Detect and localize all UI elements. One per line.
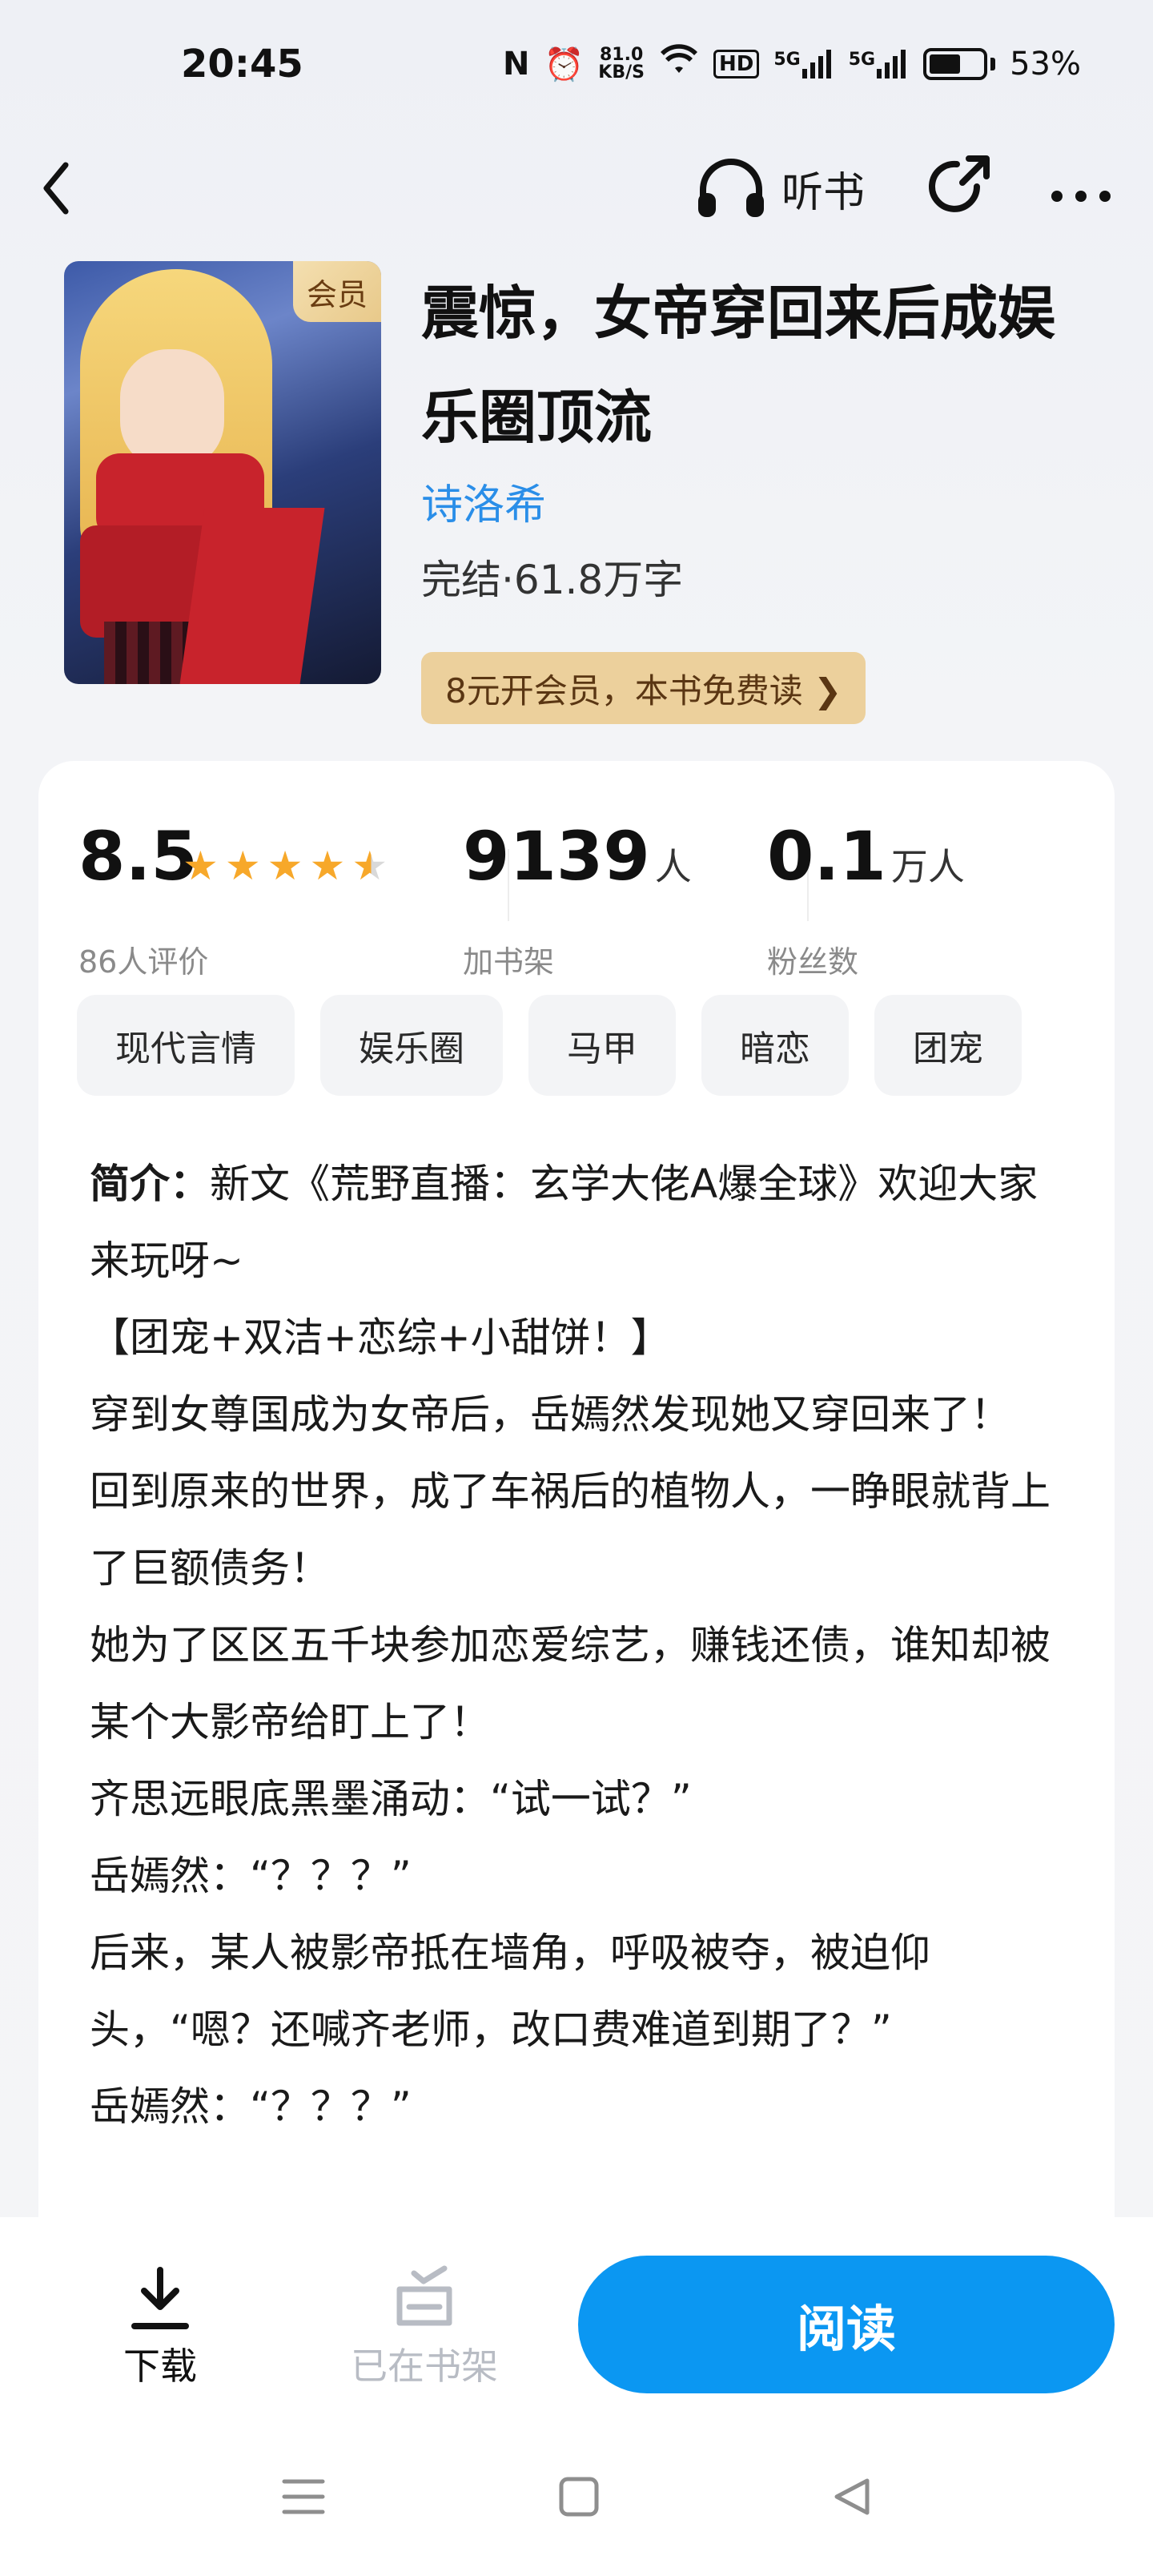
book-header: 会员 震惊，女帝穿回来后成娱乐圈顶流 诗洛希 完结·61.8万字 8元开会员，本…	[64, 261, 1105, 726]
read-button[interactable]: 阅读	[578, 2256, 1115, 2393]
stats-row: 8.5 ★ ★ ★ ★ ★ 86人评价 9139 人 加书架 0.1 万人 粉丝数	[78, 817, 1075, 980]
listen-label: 听书	[781, 168, 865, 217]
signal-bars-icon	[801, 50, 831, 78]
signal-2: 5G	[849, 50, 909, 78]
signal-2-label: 5G	[848, 50, 876, 70]
synopsis-first-paragraph: 简介：新文《荒野直播：玄学大佬A爆全球》欢迎大家来玩呀~	[90, 1145, 1075, 1299]
synopsis-line: 岳嫣然：“？？？”	[90, 2083, 412, 2130]
status-bar: 20:45 N ⏰ 81.0 KB/S HD 5G 5G 53%	[0, 0, 1153, 128]
rating-stars: ★ ★ ★ ★ ★	[183, 846, 388, 886]
shelf-stat: 9139 人 加书架	[463, 817, 767, 980]
rating-label: 86人评价	[78, 944, 209, 980]
home-icon[interactable]	[558, 2476, 600, 2518]
cover-face	[120, 349, 224, 469]
download-button[interactable]: 下载	[120, 2265, 200, 2390]
synopsis-label: 简介：	[90, 1161, 210, 1207]
download-icon	[131, 2267, 189, 2329]
headphones-icon	[697, 159, 764, 217]
net-speed: 81.0 KB/S	[598, 46, 645, 82]
shelf-count: 9139	[463, 817, 650, 896]
shelf-unit: 人	[654, 845, 692, 888]
more-icon	[1051, 191, 1111, 202]
vip-badge: 会员	[293, 261, 381, 322]
tag-list: 现代言情 娱乐圈 马甲 暗恋 团宠	[77, 995, 1115, 1096]
system-navigation-bar	[0, 2417, 1153, 2576]
tag-chip[interactable]: 马甲	[528, 995, 676, 1096]
wifi-icon	[659, 44, 699, 84]
tags-fade	[1067, 995, 1115, 1096]
on-shelf-button[interactable]: 已在书架	[344, 2265, 504, 2390]
synopsis-line: 她为了区区五千块参加恋爱综艺，赚钱还债，谁知却被某个大影帝给盯上了！	[90, 1622, 1051, 1745]
star-icon: ★	[183, 843, 219, 889]
star-icon: ★	[309, 843, 346, 889]
signal-1: 5G	[773, 50, 834, 78]
book-author[interactable]: 诗洛希	[421, 471, 546, 531]
tag-chip[interactable]: 现代言情	[77, 995, 295, 1096]
synopsis-line: 岳嫣然：“？？？”	[90, 1853, 412, 1899]
star-icon: ★	[224, 843, 261, 889]
synopsis[interactable]: 简介：新文《荒野直播：玄学大佬A爆全球》欢迎大家来玩呀~ 【团宠+双洁+恋综+小…	[90, 1145, 1075, 2145]
top-nav: 听书	[0, 136, 1153, 240]
tag-chip[interactable]: 团宠	[874, 995, 1022, 1096]
status-icons: N ⏰ 81.0 KB/S HD 5G 5G 53%	[503, 44, 1081, 84]
synopsis-line: 回到原来的世界，成了车祸后的植物人，一睁眼就背上了巨额债务！	[90, 1468, 1051, 1592]
cover-ribbon	[179, 508, 325, 684]
book-info-card: 8.5 ★ ★ ★ ★ ★ 86人评价 9139 人 加书架 0.1 万人 粉丝数 …	[38, 761, 1115, 2283]
tag-chip[interactable]: 暗恋	[701, 995, 849, 1096]
tag-chip[interactable]: 娱乐圈	[320, 995, 503, 1096]
nav-actions: 听书	[695, 151, 1113, 226]
on-shelf-label: 已在书架	[351, 2345, 498, 2388]
download-label: 下载	[123, 2345, 197, 2388]
nfc-icon: N	[503, 46, 530, 83]
hd-icon: HD	[713, 50, 760, 78]
vip-promo-button[interactable]: 8元开会员，本书免费读 ❯	[421, 652, 866, 724]
more-button[interactable]	[1049, 172, 1113, 204]
synopsis-line: 穿到女尊国成为女帝后，岳嫣然发现她又穿回来了！	[90, 1391, 1010, 1438]
share-icon	[929, 155, 990, 212]
synopsis-line: 齐思远眼底黑墨涌动：“试一试？”	[90, 1776, 692, 1822]
share-button[interactable]	[921, 151, 993, 226]
star-icon: ★	[267, 843, 303, 889]
back-button[interactable]	[40, 156, 88, 220]
net-speed-unit: KB/S	[598, 62, 645, 83]
bookshelf-check-icon	[396, 2265, 452, 2326]
battery-percent: 53%	[1010, 46, 1081, 83]
battery-tip	[990, 58, 996, 70]
status-time: 20:45	[181, 42, 303, 87]
book-title: 震惊，女帝穿回来后成娱乐圈顶流	[421, 280, 1056, 451]
rating-value: 8.5	[78, 817, 198, 896]
synopsis-line: 【团宠+双洁+恋综+小甜饼！】	[90, 1314, 671, 1361]
book-meta: 完结·61.8万字	[421, 557, 684, 603]
listen-button[interactable]: 听书	[695, 156, 865, 220]
signal-1-label: 5G	[773, 50, 801, 70]
battery-icon	[923, 48, 988, 80]
fans-stat[interactable]: 0.1 万人 粉丝数	[767, 817, 1031, 980]
rating-stat[interactable]: 8.5 ★ ★ ★ ★ ★ 86人评价	[78, 817, 463, 980]
bottom-action-bar: 下载 已在书架 阅读	[0, 2217, 1153, 2417]
signal-bars-icon	[877, 50, 906, 78]
synopsis-line: 后来，某人被影帝抵在墙角，呼吸被夺，被迫仰头，“嗯？还喊齐老师，改口费难道到期了…	[90, 1930, 930, 2053]
synopsis-first-line: 新文《荒野直播：玄学大佬A爆全球》欢迎大家来玩呀~	[90, 1161, 1039, 1284]
back-triangle-icon[interactable]	[832, 2476, 872, 2518]
alarm-icon: ⏰	[544, 46, 585, 83]
book-cover[interactable]	[64, 261, 381, 684]
shelf-label: 加书架	[463, 944, 555, 980]
fans-count: 0.1	[767, 817, 886, 896]
chevron-left-icon	[43, 162, 69, 215]
fans-label: 粉丝数	[767, 944, 859, 980]
half-star-icon: ★	[352, 843, 388, 889]
menu-icon[interactable]	[281, 2477, 326, 2517]
fans-unit: 万人	[890, 845, 965, 888]
